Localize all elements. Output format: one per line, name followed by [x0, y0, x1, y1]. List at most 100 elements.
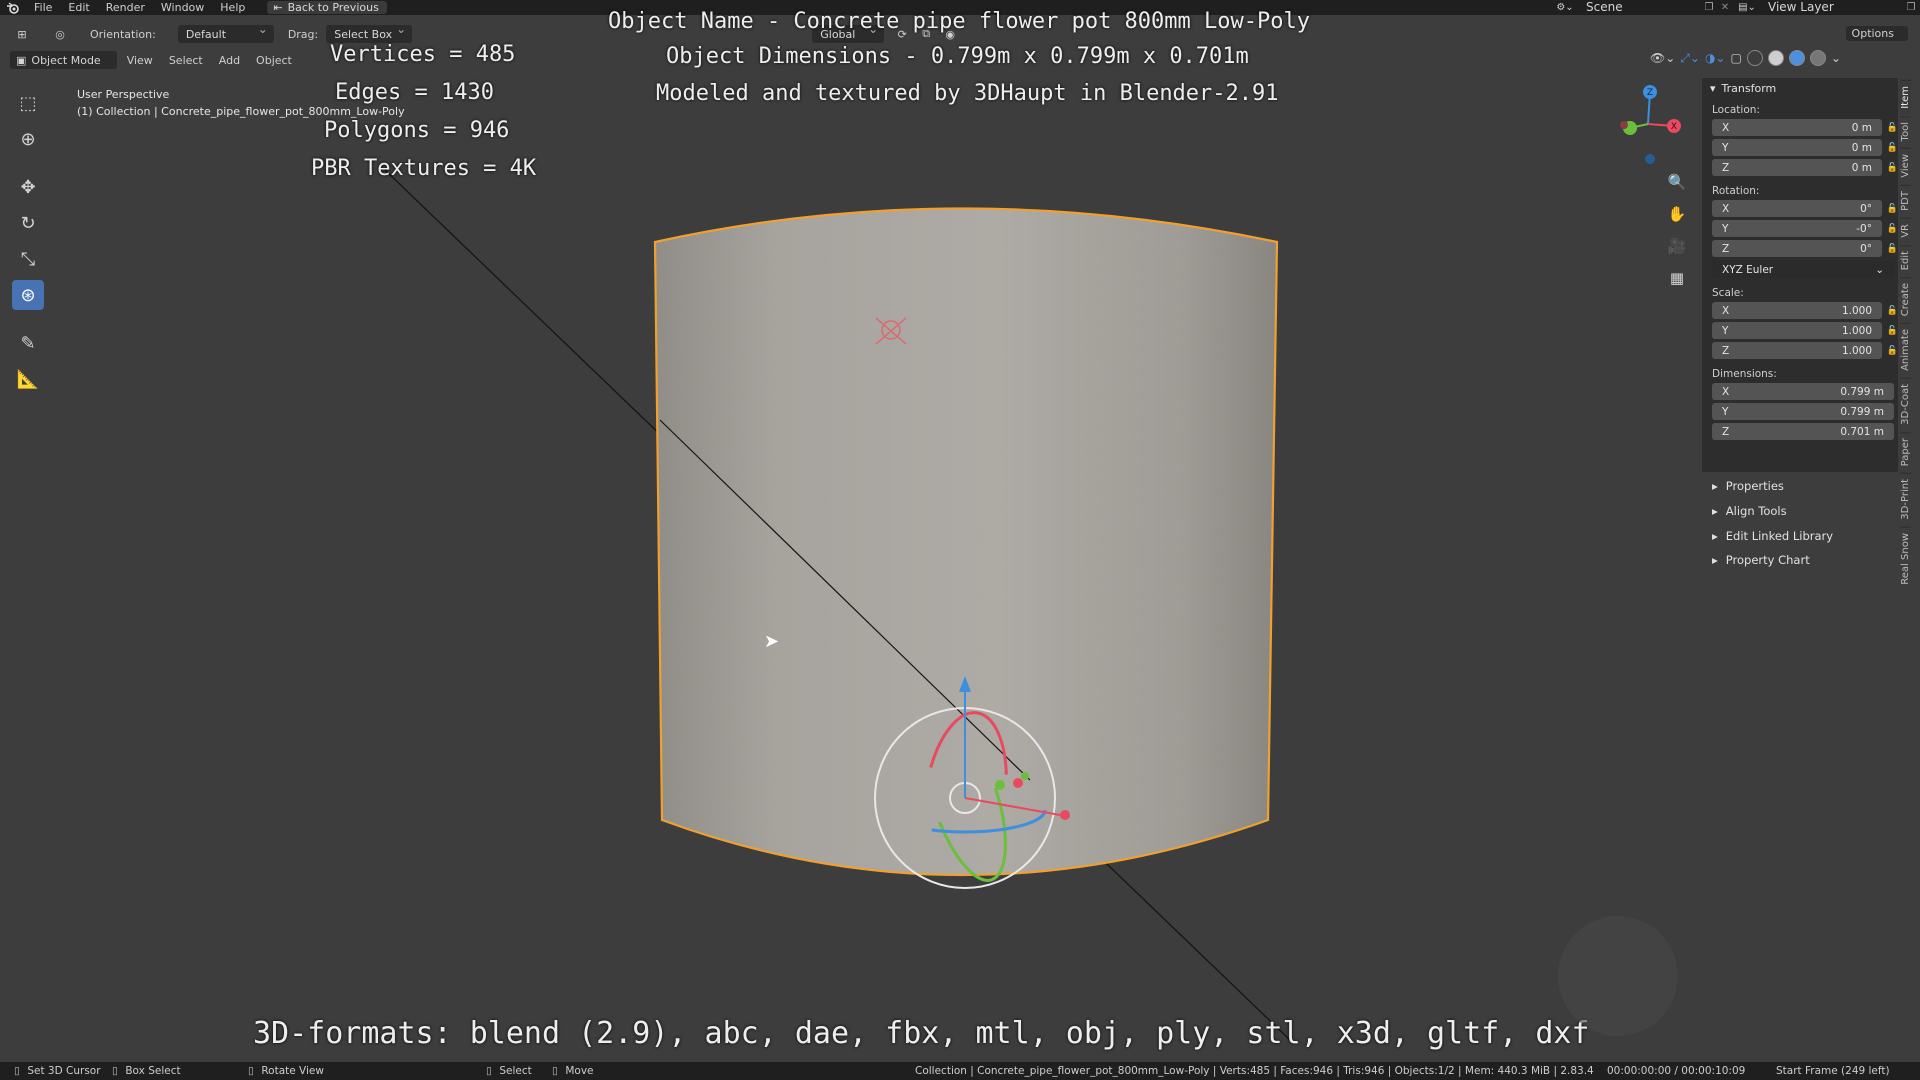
panel-title: Properties: [1725, 479, 1784, 493]
new-view-layer-icon[interactable]: ❐: [1902, 2, 1920, 13]
lock-icon[interactable]: 🔓: [1887, 306, 1898, 316]
wireframe-shading-icon[interactable]: [1746, 50, 1763, 66]
material-preview-icon[interactable]: [1788, 50, 1805, 66]
add-menu[interactable]: Add: [213, 54, 246, 67]
measure-tool-icon[interactable]: 📐: [12, 364, 44, 394]
properties-panel-header[interactable]: ▸ Properties: [1702, 475, 1898, 497]
gizmo-toggle-icon[interactable]: ⤢⌄: [1680, 51, 1700, 66]
select-menu[interactable]: Select: [163, 54, 209, 67]
transform-tool-icon[interactable]: ⊛: [12, 280, 44, 310]
scale-y-field[interactable]: Y 1.000 🔓: [1712, 322, 1898, 339]
tab-create[interactable]: Create: [1900, 276, 1911, 322]
lock-icon[interactable]: 🔓: [1887, 346, 1898, 356]
lock-icon[interactable]: 🔓: [1887, 244, 1898, 254]
view-menu[interactable]: View: [121, 54, 159, 67]
orientation-dropdown[interactable]: Default: [177, 22, 274, 43]
tool-shelf: ⬚ ⊕ ✥ ↻ ⤡ ⊛ ✎ 📐: [12, 88, 44, 394]
object-mode-dropdown[interactable]: ▣ Object Mode: [10, 51, 117, 69]
scale-z-field[interactable]: Z 1.000 🔓: [1712, 342, 1898, 359]
rotation-x-field[interactable]: X 0° 🔓: [1712, 200, 1898, 217]
dimensions-x-field[interactable]: X 0.799 m: [1712, 383, 1894, 400]
rotate-tool-icon[interactable]: ↻: [12, 208, 44, 238]
menu-file[interactable]: File: [26, 0, 60, 15]
concrete-pot-mesh[interactable]: [655, 208, 1277, 876]
delete-scene-icon[interactable]: ✕: [1718, 2, 1732, 13]
rotation-mode-dropdown[interactable]: XYZ Euler ⌄: [1712, 261, 1894, 278]
lock-icon[interactable]: 🔓: [1887, 326, 1898, 336]
vertices-text: Vertices = 485: [330, 42, 516, 67]
xray-icon[interactable]: ▢: [1730, 51, 1741, 65]
lock-icon[interactable]: 🔓: [1887, 163, 1898, 173]
tab-animate[interactable]: Animate: [1900, 323, 1911, 377]
zoom-icon[interactable]: 🔍: [1665, 170, 1689, 194]
rotation-z-field[interactable]: Z 0° 🔓: [1712, 240, 1898, 257]
sidebar-tabs: Item Tool View PDT VR Edit Create Animat…: [1900, 80, 1920, 592]
menu-edit[interactable]: Edit: [60, 0, 97, 15]
transform-gizmo[interactable]: [874, 676, 1070, 890]
lock-icon[interactable]: 🔓: [1887, 204, 1898, 214]
scene-selector-area: ⚙⌄ Scene ❐ ✕ ▤⌄ View Layer ❐: [1550, 0, 1920, 15]
camera-view-icon[interactable]: 🎥: [1665, 234, 1689, 258]
overlay-toggle-icon[interactable]: ◑⌄: [1705, 51, 1726, 65]
transform-panel-header[interactable]: ▾ Transform: [1702, 78, 1898, 98]
shading-options-icon[interactable]: ⌄: [1831, 51, 1841, 65]
drag-dropdown[interactable]: Select Box: [326, 22, 413, 43]
dimensions-z-field[interactable]: Z 0.701 m: [1712, 423, 1894, 440]
gizmo-x-label: X: [1671, 122, 1677, 132]
axis-label: X: [1722, 202, 1730, 215]
menu-window[interactable]: Window: [153, 0, 212, 15]
lock-icon[interactable]: 🔓: [1887, 224, 1898, 234]
new-scene-icon[interactable]: ❐: [1700, 2, 1718, 13]
editor-type-icon[interactable]: ⊞: [10, 24, 34, 44]
visibility-icon[interactable]: 👁⌄: [1650, 51, 1675, 65]
active-tool-icon[interactable]: ◎: [48, 24, 72, 44]
tab-paper[interactable]: Paper: [1900, 431, 1911, 472]
edit-linked-library-panel-header[interactable]: ▸ Edit Linked Library: [1702, 525, 1898, 547]
drag-value: Select Box: [334, 27, 393, 41]
set-cursor-hint: ▯ Set 3D Cursor: [14, 1065, 101, 1077]
tab-vr[interactable]: VR: [1900, 217, 1911, 243]
location-y-field[interactable]: Y 0 m 🔓: [1712, 139, 1898, 156]
object-menu[interactable]: Object: [250, 54, 298, 67]
tab-edit[interactable]: Edit: [1900, 244, 1911, 275]
menu-help[interactable]: Help: [212, 0, 253, 15]
property-chart-panel-header[interactable]: ▸ Property Chart: [1702, 549, 1898, 571]
navigation-gizmo[interactable]: Z X: [1612, 82, 1682, 172]
pan-hand-icon[interactable]: ✋: [1665, 202, 1689, 226]
scale-tool-icon[interactable]: ⤡: [12, 244, 44, 274]
perspective-grid-icon[interactable]: ▦: [1665, 266, 1689, 290]
tab-view[interactable]: View: [1900, 148, 1911, 183]
solid-shading-icon[interactable]: [1767, 50, 1784, 66]
rendered-shading-icon[interactable]: [1809, 50, 1826, 66]
dimensions-y-field[interactable]: Y 0.799 m: [1712, 403, 1894, 420]
location-x-field[interactable]: X 0 m 🔓: [1712, 119, 1898, 136]
field-value: 1.000: [1841, 324, 1872, 337]
rotation-y-field[interactable]: Y -0° 🔓: [1712, 220, 1898, 237]
light-object-icon[interactable]: [875, 317, 907, 345]
tab-pdt[interactable]: PDT: [1900, 184, 1911, 216]
view-layer-icon[interactable]: ▤⌄: [1732, 2, 1762, 13]
tab-real-snow[interactable]: Real Snow: [1900, 526, 1911, 590]
annotate-tool-icon[interactable]: ✎: [12, 328, 44, 358]
axis-label: Y: [1722, 324, 1729, 337]
blender-logo-icon[interactable]: [0, 0, 26, 15]
select-box-tool-icon[interactable]: ⬚: [12, 88, 44, 118]
move-tool-icon[interactable]: ✥: [12, 172, 44, 202]
view-layer-field[interactable]: View Layer: [1762, 1, 1882, 14]
scale-x-field[interactable]: X 1.000 🔓: [1712, 302, 1898, 319]
screen-back-icon: ⇤: [273, 1, 283, 14]
tab-3d-coat[interactable]: 3D-Coat: [1900, 378, 1911, 430]
lock-icon[interactable]: 🔓: [1887, 143, 1898, 153]
location-z-field[interactable]: Z 0 m 🔓: [1712, 159, 1898, 176]
scene-icon[interactable]: ⚙⌄: [1550, 2, 1580, 13]
tab-tool[interactable]: Tool: [1900, 115, 1911, 147]
lock-icon[interactable]: 🔓: [1887, 123, 1898, 133]
options-dropdown[interactable]: Options: [1845, 26, 1908, 41]
cursor-tool-icon[interactable]: ⊕: [12, 124, 44, 154]
tab-item[interactable]: Item: [1900, 80, 1911, 114]
align-tools-panel-header[interactable]: ▸ Align Tools: [1702, 500, 1898, 522]
back-to-previous-button[interactable]: ⇤ Back to Previous: [267, 1, 387, 14]
scene-name-field[interactable]: Scene: [1580, 1, 1700, 14]
menu-render[interactable]: Render: [98, 0, 153, 15]
tab-3d-print[interactable]: 3D-Print: [1900, 473, 1911, 525]
